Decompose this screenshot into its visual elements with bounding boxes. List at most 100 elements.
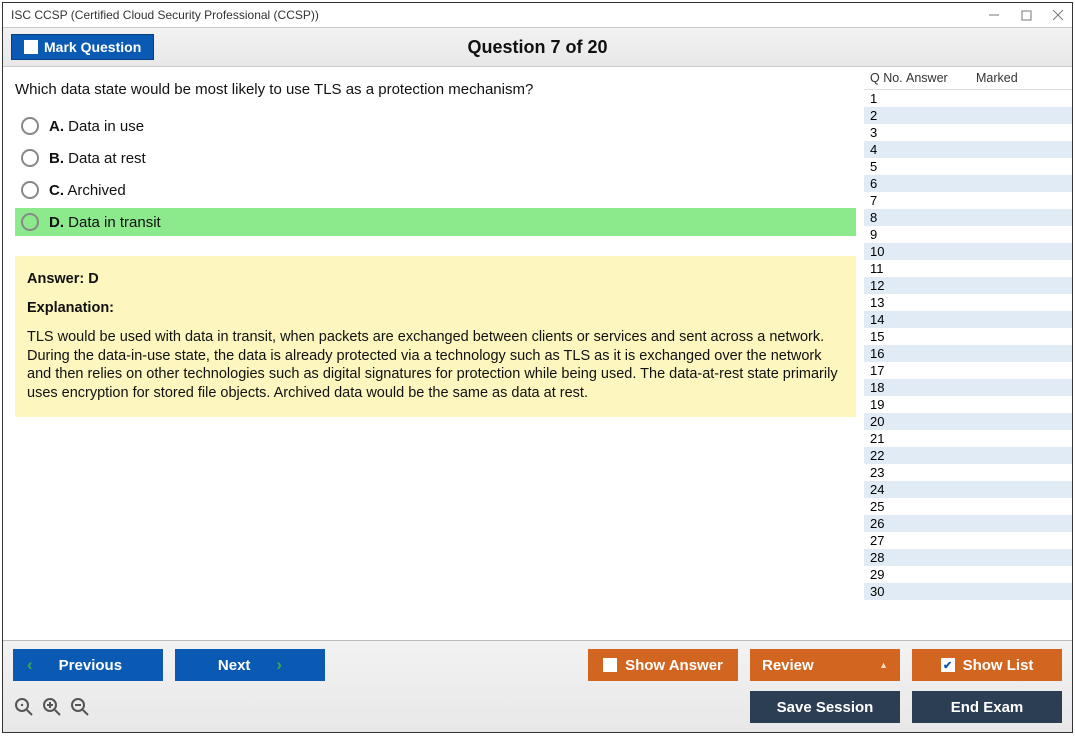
col-marked: Marked [976,71,1072,85]
row-qno: 3 [864,125,906,140]
end-exam-button[interactable]: End Exam [912,691,1062,723]
mark-question-button[interactable]: Mark Question [11,34,154,60]
option-label: B. Data at rest [49,150,146,167]
question-row[interactable]: 6 [864,175,1072,192]
row-qno: 17 [864,363,906,378]
previous-button[interactable]: ‹ Previous [13,649,163,681]
col-answer: Answer [906,71,976,85]
option-label: A. Data in use [49,118,144,135]
question-text: Which data state would be most likely to… [15,81,856,98]
question-row[interactable]: 21 [864,430,1072,447]
row-qno: 25 [864,499,906,514]
question-row[interactable]: 2 [864,107,1072,124]
option-b[interactable]: B. Data at rest [15,144,856,172]
question-row[interactable]: 27 [864,532,1072,549]
question-row[interactable]: 11 [864,260,1072,277]
question-row[interactable]: 13 [864,294,1072,311]
question-row[interactable]: 1 [864,90,1072,107]
question-row[interactable]: 12 [864,277,1072,294]
footer: ‹ Previous Next › Show Answer Review ▲ S… [3,640,1072,732]
question-row[interactable]: 28 [864,549,1072,566]
question-list[interactable]: 1234567891011121314151617181920212223242… [864,90,1072,640]
row-qno: 26 [864,516,906,531]
question-row[interactable]: 24 [864,481,1072,498]
explanation-label: Explanation: [27,299,844,318]
zoom-reset-icon[interactable] [13,696,35,718]
row-qno: 16 [864,346,906,361]
row-qno: 6 [864,176,906,191]
question-row[interactable]: 7 [864,192,1072,209]
zoom-in-icon[interactable] [41,696,63,718]
question-row[interactable]: 10 [864,243,1072,260]
review-dropdown[interactable]: Review ▲ [750,649,900,681]
option-a[interactable]: A. Data in use [15,112,856,140]
app-window: ISC CCSP (Certified Cloud Security Profe… [2,2,1073,733]
chevron-left-icon: ‹ [27,655,33,675]
sidebar-header: Q No. Answer Marked [864,67,1072,90]
header-strip: Mark Question Question 7 of 20 [3,27,1072,67]
footer-row-1: ‹ Previous Next › Show Answer Review ▲ S… [13,649,1062,681]
question-content: Which data state would be most likely to… [3,67,864,640]
radio-icon [21,213,39,231]
zoom-controls [13,696,91,718]
option-label: C. Archived [49,182,126,199]
row-qno: 20 [864,414,906,429]
question-row[interactable]: 30 [864,583,1072,600]
option-c[interactable]: C. Archived [15,176,856,204]
row-qno: 18 [864,380,906,395]
row-qno: 15 [864,329,906,344]
question-row[interactable]: 23 [864,464,1072,481]
row-qno: 5 [864,159,906,174]
question-row[interactable]: 3 [864,124,1072,141]
row-qno: 22 [864,448,906,463]
question-counter: Question 7 of 20 [467,37,607,58]
row-qno: 12 [864,278,906,293]
row-qno: 21 [864,431,906,446]
question-row[interactable]: 5 [864,158,1072,175]
question-row[interactable]: 9 [864,226,1072,243]
end-exam-label: End Exam [951,699,1024,716]
question-row[interactable]: 4 [864,141,1072,158]
row-qno: 24 [864,482,906,497]
maximize-button[interactable] [1018,7,1034,23]
question-row[interactable]: 15 [864,328,1072,345]
question-row[interactable]: 16 [864,345,1072,362]
row-qno: 28 [864,550,906,565]
radio-icon [21,117,39,135]
next-label: Next [218,657,251,674]
question-row[interactable]: 26 [864,515,1072,532]
row-qno: 9 [864,227,906,242]
row-qno: 23 [864,465,906,480]
close-button[interactable] [1050,7,1066,23]
row-qno: 8 [864,210,906,225]
row-qno: 1 [864,91,906,106]
next-button[interactable]: Next › [175,649,325,681]
question-row[interactable]: 18 [864,379,1072,396]
save-session-label: Save Session [777,699,874,716]
option-d[interactable]: D. Data in transit [15,208,856,236]
row-qno: 14 [864,312,906,327]
question-row[interactable]: 25 [864,498,1072,515]
show-answer-checkbox-icon [603,658,617,672]
question-row[interactable]: 17 [864,362,1072,379]
row-qno: 10 [864,244,906,259]
question-row[interactable]: 20 [864,413,1072,430]
main-area: Which data state would be most likely to… [3,67,1072,640]
answer-line: Answer: D [27,270,844,289]
footer-row-2: Save Session End Exam [13,691,1062,723]
question-row[interactable]: 22 [864,447,1072,464]
window-controls [986,7,1066,23]
question-row[interactable]: 8 [864,209,1072,226]
minimize-button[interactable] [986,7,1002,23]
zoom-out-icon[interactable] [69,696,91,718]
show-answer-button[interactable]: Show Answer [588,649,738,681]
answer-box: Answer: D Explanation: TLS would be used… [15,256,856,417]
show-list-label: Show List [963,657,1034,674]
show-list-button[interactable]: Show List [912,649,1062,681]
question-row[interactable]: 29 [864,566,1072,583]
question-row[interactable]: 14 [864,311,1072,328]
save-session-button[interactable]: Save Session [750,691,900,723]
option-label: D. Data in transit [49,214,161,231]
explanation-text: TLS would be used with data in transit, … [27,328,844,403]
question-row[interactable]: 19 [864,396,1072,413]
